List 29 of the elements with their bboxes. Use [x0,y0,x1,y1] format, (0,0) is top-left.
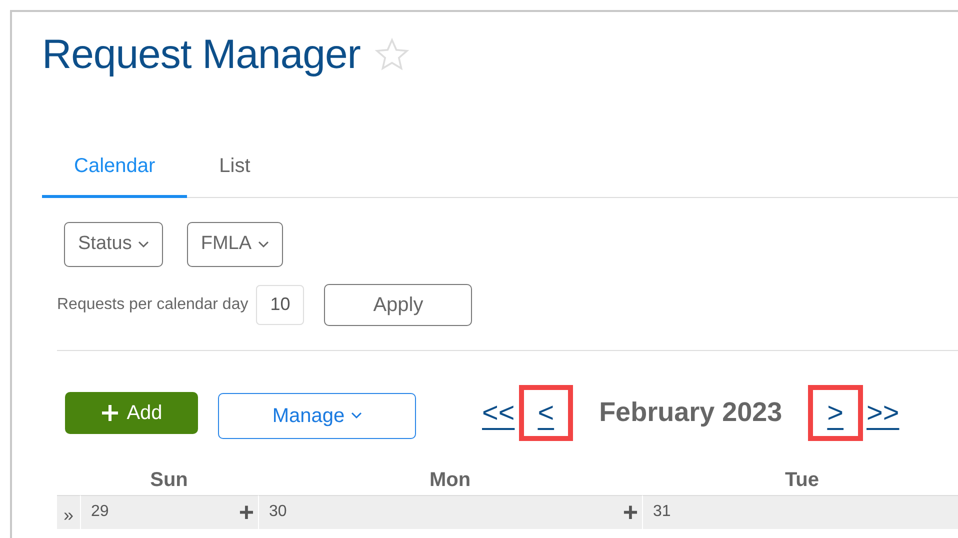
date-number: 31 [653,502,671,522]
date-number: 30 [269,502,287,522]
page-title: Request Manager [42,34,360,75]
tab[interactable]: Calendar [42,145,188,198]
nav-link[interactable]: < [538,396,554,428]
expand-toggle[interactable]: » [57,494,80,528]
manage-button[interactable]: Manage [218,392,416,438]
add-button[interactable]: Add [65,392,198,434]
chevron-down-icon [350,412,362,419]
field-label: Requests per calendar day [57,294,248,314]
filter-dropdown[interactable]: FMLA [186,222,283,266]
filter-dropdown[interactable]: Status [64,222,163,266]
date-number: 29 [91,502,109,522]
tab[interactable]: List [187,145,282,198]
requests-per-day-field[interactable]: 10 [256,284,304,324]
day-header: Tue [784,468,820,492]
add-event-button[interactable]: + [622,499,638,525]
plus-icon [100,404,119,422]
chevron-down-icon [138,240,149,248]
chevron-down-icon [258,240,269,248]
month-label: February 2023 [599,396,782,430]
nav-link[interactable]: << [482,392,515,434]
nav-link[interactable]: >> [866,392,900,434]
star-icon[interactable] [374,36,410,72]
apply-button[interactable]: Apply [324,284,472,326]
nav-link[interactable]: > [827,396,844,428]
add-event-button[interactable]: + [238,499,254,525]
day-header: Sun [149,468,189,492]
day-header: Mon [428,468,472,492]
